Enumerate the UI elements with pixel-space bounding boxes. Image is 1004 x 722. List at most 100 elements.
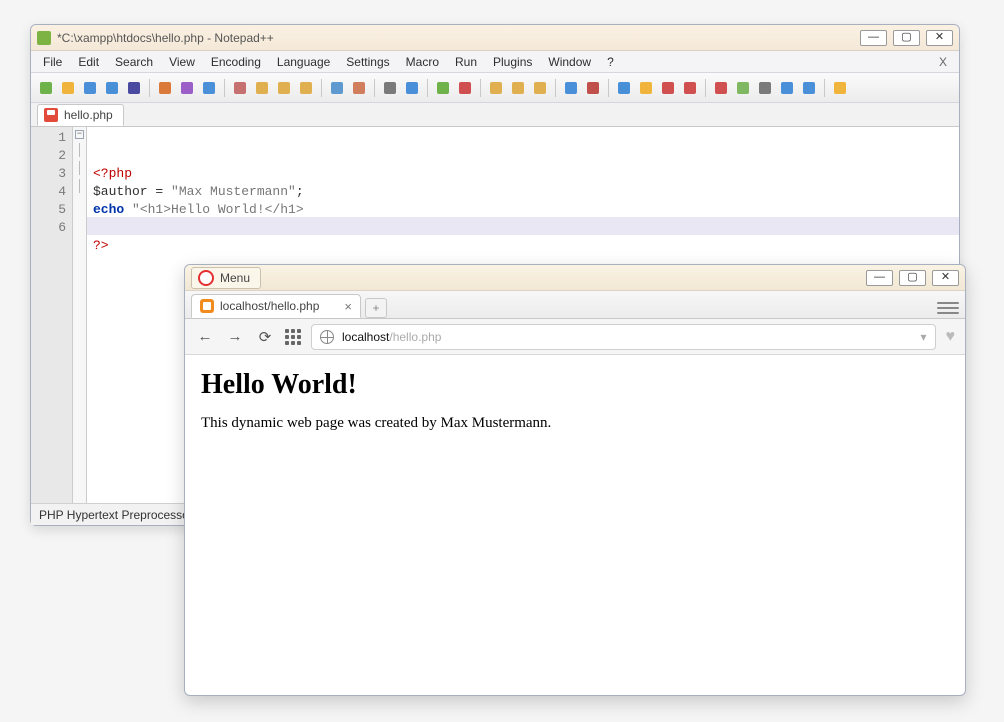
panel-toggle-button[interactable] [937, 298, 959, 318]
toolbar-icon [437, 82, 449, 94]
toolbar-icon [406, 82, 418, 94]
toolbar-button[interactable] [297, 79, 315, 97]
toolbar-button[interactable] [350, 79, 368, 97]
toolbar-button[interactable] [253, 79, 271, 97]
toolbar-separator [149, 79, 150, 97]
toolbar-button[interactable] [328, 79, 346, 97]
toolbar-button[interactable] [403, 79, 421, 97]
speed-dial-button[interactable] [285, 329, 301, 345]
toolbar-button[interactable] [156, 79, 174, 97]
close-document-button[interactable]: X [931, 55, 955, 69]
toolbar-button[interactable] [681, 79, 699, 97]
toolbar [31, 73, 959, 103]
toolbar-button[interactable] [778, 79, 796, 97]
toolbar-button[interactable] [584, 79, 602, 97]
file-tab-hello-php[interactable]: hello.php [37, 104, 124, 126]
toolbar-separator [608, 79, 609, 97]
toolbar-button[interactable] [831, 79, 849, 97]
menu-plugins[interactable]: Plugins [485, 53, 540, 71]
toolbar-button[interactable] [37, 79, 55, 97]
toolbar-button[interactable] [734, 79, 752, 97]
unsaved-file-icon [44, 108, 58, 122]
menu-search[interactable]: Search [107, 53, 161, 71]
toolbar-button[interactable] [381, 79, 399, 97]
toolbar-button[interactable] [712, 79, 730, 97]
notepad-titlebar[interactable]: *C:\xampp\htdocs\hello.php - Notepad++ —… [31, 25, 959, 51]
menu-file[interactable]: File [35, 53, 70, 71]
page-content: Hello World! This dynamic web page was c… [185, 355, 965, 695]
notepad-title: *C:\xampp\htdocs\hello.php - Notepad++ [57, 31, 854, 45]
toolbar-button[interactable] [615, 79, 633, 97]
toolbar-button[interactable] [509, 79, 527, 97]
menu-settings[interactable]: Settings [338, 53, 397, 71]
toolbar-button[interactable] [659, 79, 677, 97]
toolbar-button[interactable] [231, 79, 249, 97]
menu-edit[interactable]: Edit [70, 53, 107, 71]
toolbar-button[interactable] [200, 79, 218, 97]
code-token: $author [93, 184, 148, 199]
minimize-button[interactable]: — [866, 270, 893, 286]
toolbar-button[interactable] [756, 79, 774, 97]
toolbar-icon [715, 82, 727, 94]
file-tab-label: hello.php [64, 108, 113, 122]
browser-titlebar[interactable]: Menu — ▢ ✕ [185, 265, 965, 291]
toolbar-button[interactable] [487, 79, 505, 97]
line-number: 3 [31, 165, 66, 183]
maximize-button[interactable]: ▢ [893, 30, 920, 46]
toolbar-button[interactable] [81, 79, 99, 97]
menu-help[interactable]: ? [599, 53, 622, 71]
code-token: <?php [93, 166, 132, 181]
toolbar-icon [759, 82, 771, 94]
favorite-button[interactable]: ♥ [946, 328, 956, 346]
forward-button[interactable]: → [225, 327, 245, 347]
fold-margin[interactable]: − [73, 127, 87, 503]
toolbar-button[interactable] [800, 79, 818, 97]
url-host: localhost [342, 330, 389, 344]
minimize-button[interactable]: — [860, 30, 887, 46]
menu-run[interactable]: Run [447, 53, 485, 71]
address-bar[interactable]: localhost/hello.php ▾ [311, 324, 936, 350]
menubar: FileEditSearchViewEncodingLanguageSettin… [31, 51, 959, 73]
tab-title: localhost/hello.php [220, 299, 319, 313]
toolbar-icon [62, 82, 74, 94]
maximize-button[interactable]: ▢ [899, 270, 926, 286]
toolbar-button[interactable] [103, 79, 121, 97]
toolbar-button[interactable] [178, 79, 196, 97]
toolbar-button[interactable] [562, 79, 580, 97]
xampp-favicon-icon [200, 299, 214, 313]
tab-close-button[interactable]: × [344, 299, 352, 314]
opera-menu-button[interactable]: Menu [191, 267, 261, 289]
toolbar-button[interactable] [125, 79, 143, 97]
new-tab-button[interactable]: + [365, 298, 387, 318]
browser-tab[interactable]: localhost/hello.php × [191, 294, 361, 318]
toolbar-separator [555, 79, 556, 97]
toolbar-button[interactable] [637, 79, 655, 97]
toolbar-icon [640, 82, 652, 94]
menu-encoding[interactable]: Encoding [203, 53, 269, 71]
line-number: 5 [31, 201, 66, 219]
toolbar-separator [824, 79, 825, 97]
line-number: 1 [31, 129, 66, 147]
globe-icon [320, 330, 334, 344]
toolbar-button[interactable] [59, 79, 77, 97]
toolbar-icon [106, 82, 118, 94]
menu-view[interactable]: View [161, 53, 203, 71]
url-dropdown-button[interactable]: ▾ [920, 330, 926, 344]
menu-macro[interactable]: Macro [398, 53, 447, 71]
fold-toggle-icon[interactable]: − [75, 130, 84, 139]
toolbar-button[interactable] [531, 79, 549, 97]
toolbar-button[interactable] [456, 79, 474, 97]
menu-language[interactable]: Language [269, 53, 338, 71]
line-number-gutter: 123456 [31, 127, 73, 503]
toolbar-button[interactable] [434, 79, 452, 97]
menu-window[interactable]: Window [540, 53, 599, 71]
close-button[interactable]: ✕ [932, 270, 959, 286]
page-paragraph: This dynamic web page was created by Max… [201, 415, 949, 432]
back-button[interactable]: ← [195, 327, 215, 347]
notepad-app-icon [37, 31, 51, 45]
reload-button[interactable]: ⟳ [255, 327, 275, 347]
close-button[interactable]: ✕ [926, 30, 953, 46]
toolbar-button[interactable] [275, 79, 293, 97]
line-number: 2 [31, 147, 66, 165]
toolbar-separator [480, 79, 481, 97]
